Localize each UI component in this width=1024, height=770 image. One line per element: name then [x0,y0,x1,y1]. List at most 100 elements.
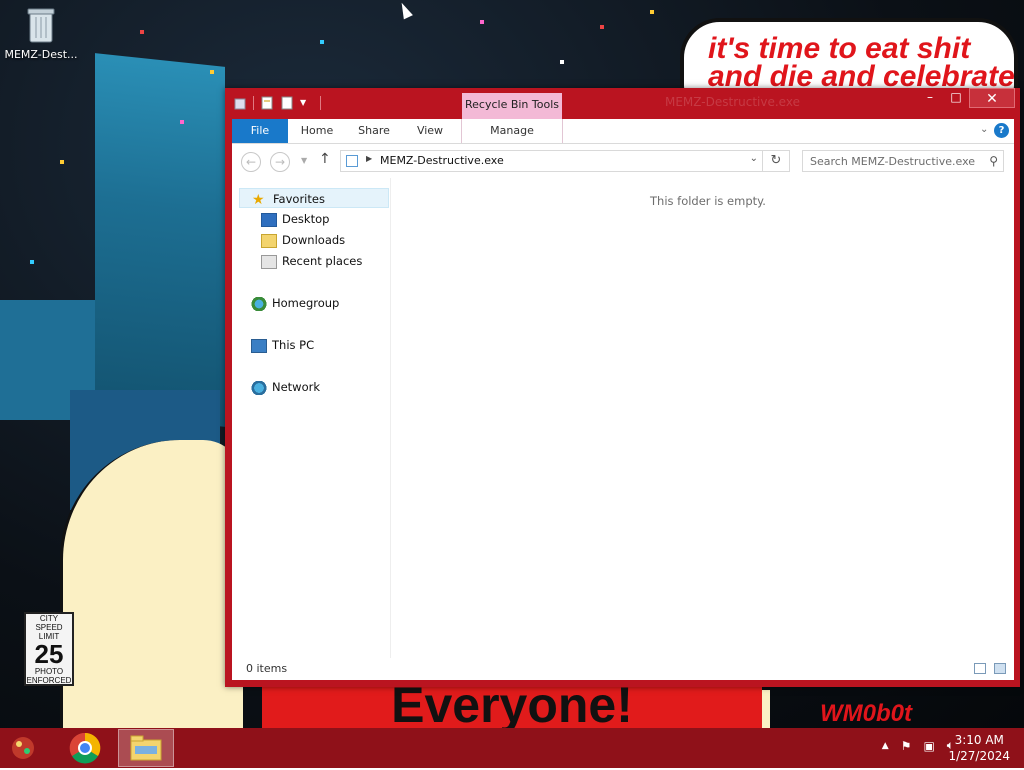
desktop-icon-label: MEMZ-Dest... [4,48,78,61]
confetti [210,70,214,74]
quick-access-toolbar: ▼ [233,96,321,110]
chrome-icon [69,732,101,764]
status-bar: 0 items [232,658,1014,680]
nav-label: Homegroup [272,296,340,310]
nav-item-favorites[interactable]: ★ Favorites [239,188,389,208]
tab-manage[interactable]: Manage [461,119,563,143]
billboard-google-play [95,53,225,427]
speech-bubble-text: it's time to eat shit and die and celebr… [708,32,1015,94]
navigation-pane: ★ Favorites Desktop Downloads Recent plac… [232,178,391,658]
clock-time: 3:10 AM [954,733,1004,747]
speed-limit-sign: CITY SPEED LIMIT 25 PHOTO ENFORCED [24,612,74,686]
homegroup-icon [251,296,267,311]
details-view-icon[interactable] [974,663,986,674]
network-icon [251,380,267,395]
confetti [60,160,64,164]
expand-ribbon-chevron-icon[interactable]: ⌄ [980,124,990,135]
recent-places-icon [261,254,277,269]
search-icon[interactable]: ⚲ [989,154,998,168]
speed-sign-bottom: PHOTO ENFORCED [26,667,72,685]
recent-locations-chevron-icon[interactable]: ▼ [301,156,307,165]
clock-date: 1/27/2024 [948,749,1010,763]
confetti [30,260,34,264]
downloads-icon [261,233,277,248]
address-path[interactable]: MEMZ-Destructive.exe [380,154,504,167]
nav-item-downloads[interactable]: Downloads [261,230,345,250]
nav-label: Recent places [282,254,363,268]
confetti [560,60,564,64]
large-icons-view-icon[interactable] [994,663,1006,674]
nav-label: Desktop [282,212,330,226]
nav-item-recent-places[interactable]: Recent places [261,251,362,271]
desktop-icon [261,212,277,227]
address-dropdown-icon[interactable]: ⌄ [750,153,758,164]
speed-sign-number: 25 [34,639,64,669]
network-status-icon[interactable]: ▣ [923,739,934,753]
star-icon: ★ [252,191,265,208]
confetti [600,25,604,29]
tab-view[interactable]: View [404,119,456,143]
help-icon[interactable]: ? [994,123,1009,138]
taskbar-file-explorer-button[interactable] [118,729,174,767]
clock[interactable]: 3:10 AM 1/27/2024 [948,732,1010,764]
forward-button[interactable]: → [270,152,290,172]
recycle-bin-small-icon[interactable] [233,96,247,110]
folder-icon [130,735,162,761]
nav-label: Favorites [273,192,325,206]
taskbar: ▲ ⚑ ▣ 🔈︎ 3:10 AM 1/27/2024 [0,728,1024,768]
show-hidden-icons-icon[interactable]: ▲ [882,741,889,751]
confetti [180,120,184,124]
desktop-icon-recycle-bin[interactable]: MEMZ-Dest... [4,6,78,61]
customize-qat-chevron-icon[interactable]: ▼ [300,96,314,110]
tab-home[interactable]: Home [290,119,344,143]
corner-tag: WM0b0t [820,700,912,727]
address-bar[interactable]: ▶ MEMZ-Destructive.exe ⌄ [340,150,763,172]
nav-item-network[interactable]: Network [251,377,320,397]
nav-item-homegroup[interactable]: Homegroup [251,293,339,313]
close-button[interactable]: ✕ [969,88,1015,108]
taskbar-chrome-button[interactable] [64,729,106,767]
system-tray: ▲ ⚑ ▣ 🔈︎ [882,738,954,753]
confetti [480,20,484,24]
navigation-bar: ← → ▼ ↑ ▶ MEMZ-Destructive.exe ⌄ ↻ Searc… [232,144,1014,178]
start-orb-icon [12,737,34,759]
start-button[interactable] [6,732,40,764]
up-button[interactable]: ↑ [319,151,331,167]
tab-file[interactable]: File [232,119,288,143]
search-input[interactable]: Search MEMZ-Destructive.exe ⚲ [802,150,1004,172]
nav-label: This PC [272,338,315,352]
tab-share[interactable]: Share [346,119,402,143]
explorer-window: ▼ Recycle Bin Tools MEMZ-Destructive.exe… [225,88,1020,687]
search-placeholder: Search MEMZ-Destructive.exe [810,155,976,168]
action-center-flag-icon[interactable]: ⚑ [901,739,912,753]
title-bar[interactable]: ▼ Recycle Bin Tools MEMZ-Destructive.exe… [225,88,1020,119]
recycle-bin-icon [26,6,56,44]
cartoon-shape [60,440,243,728]
window-title: MEMZ-Destructive.exe [665,95,800,109]
breadcrumb-arrow-icon[interactable]: ▶ [366,154,372,163]
maximize-button[interactable]: □ [943,88,969,108]
confetti [650,10,654,14]
item-count: 0 items [246,662,288,675]
confetti [320,40,324,44]
minimize-button[interactable]: – [917,88,943,108]
ribbon-tabs: File Home Share View Manage ⌄ ? [232,119,1014,144]
nav-item-desktop[interactable]: Desktop [261,209,329,229]
empty-folder-message: This folder is empty. [650,194,766,208]
confetti [140,30,144,34]
properties-icon[interactable] [260,96,274,110]
refresh-button[interactable]: ↻ [763,150,790,172]
nav-label: Downloads [282,233,346,247]
window-controls: – □ ✕ [917,88,1015,108]
separator-icon [320,96,321,110]
computer-icon [251,338,267,353]
folder-location-icon [346,155,358,167]
view-switcher [974,663,1006,674]
new-folder-icon[interactable] [280,96,294,110]
separator-icon [253,96,254,110]
tab-recycle-bin-tools[interactable]: Recycle Bin Tools [462,93,562,119]
content-area: ★ Favorites Desktop Downloads Recent plac… [232,178,1014,680]
nav-item-this-pc[interactable]: This PC [251,335,314,355]
speed-sign-top: CITY SPEED LIMIT [35,614,63,641]
back-button[interactable]: ← [241,152,261,172]
